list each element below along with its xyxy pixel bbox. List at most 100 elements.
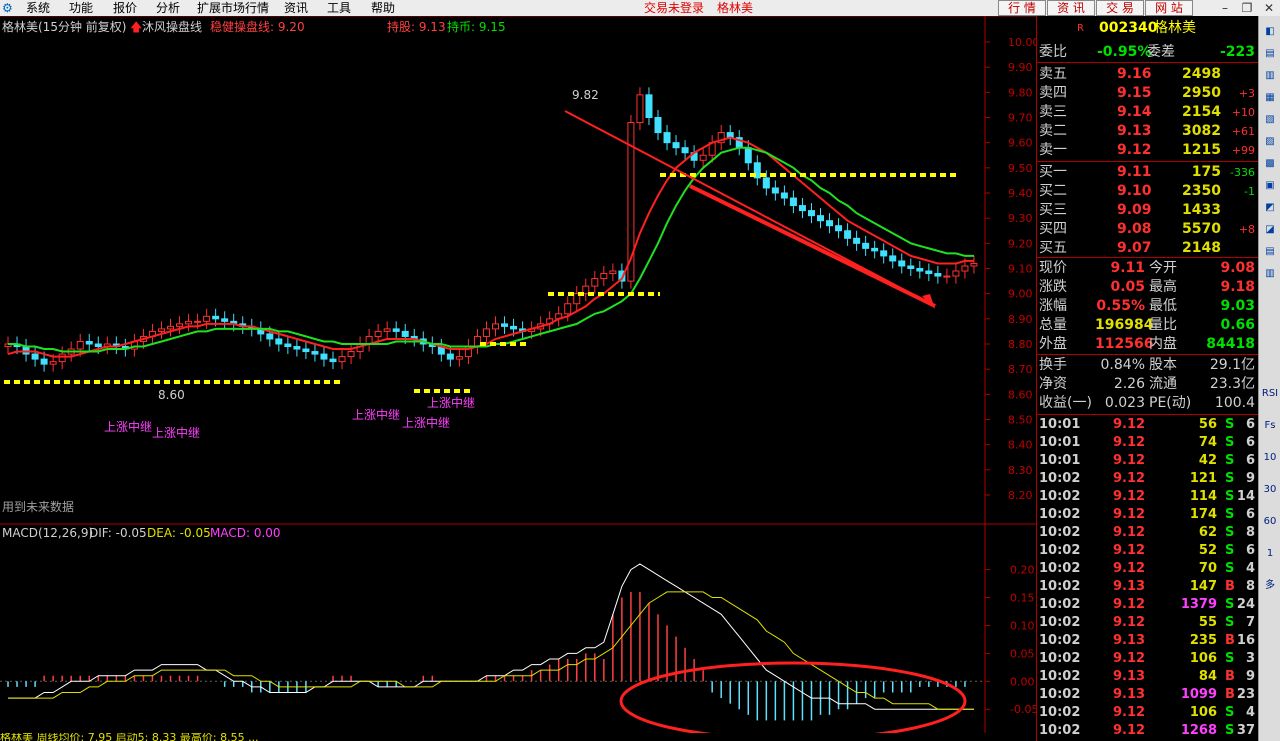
toolbar-chart-icon[interactable]: ◧: [1261, 24, 1279, 40]
candle-body: [654, 117, 662, 134]
level-volume: 3082: [1182, 123, 1221, 139]
tick-count: 3: [1245, 651, 1255, 666]
right-toolbar: ◧ ▤ ▥ ▦ ▧ ▨ ▩ ▣ ◩ ◪ ▤ ▥ RSI Fs 10 30 60 1 多: [1258, 16, 1280, 741]
macd-axis-label: 0.00: [1010, 675, 1035, 688]
toolbar-button[interactable]: 10: [1261, 450, 1279, 466]
menu-extended-market[interactable]: 扩展市场行情: [197, 0, 269, 16]
price-axis-label: 8.40: [1008, 439, 1033, 452]
level-change: +10: [1231, 106, 1255, 119]
stat-label: 收益(一): [1039, 395, 1092, 411]
menu-help[interactable]: 帮助: [371, 0, 395, 16]
tick-price: 9.12: [1113, 705, 1146, 720]
candle-body: [31, 353, 39, 360]
menu-function[interactable]: 功能: [69, 0, 93, 16]
toolbar-chart-icon[interactable]: ▨: [1261, 134, 1279, 150]
menu-analysis[interactable]: 分析: [156, 0, 180, 16]
tick-side: S: [1225, 561, 1235, 576]
ask-level[interactable]: 卖一 9.12 1215 +99: [1037, 141, 1259, 160]
bid-level[interactable]: 买五 9.07 2148: [1037, 239, 1259, 258]
panel-divider: [1037, 257, 1259, 258]
candle-body: [907, 265, 915, 270]
toolbar-chart-icon[interactable]: ▧: [1261, 112, 1279, 128]
level-volume: 5570: [1182, 221, 1221, 237]
price-axis-label: 8.20: [1008, 489, 1033, 502]
candle-body: [916, 268, 924, 272]
toolbar-chart-icon[interactable]: ▤: [1261, 244, 1279, 260]
tick-time: 10:02: [1039, 633, 1081, 648]
tick-time: 10:02: [1039, 615, 1081, 630]
level-change: -336: [1230, 166, 1255, 179]
candle-body: [663, 132, 671, 144]
tick-volume: 235: [1189, 633, 1217, 648]
tick-price: 9.12: [1113, 543, 1146, 558]
tick-side: S: [1225, 435, 1235, 450]
stat-row: 总量 196984 量比 0.66: [1037, 316, 1259, 335]
tick-side: S: [1225, 705, 1235, 720]
tab-trade[interactable]: 交 易: [1096, 0, 1144, 16]
toolbar-button[interactable]: RSI: [1261, 386, 1279, 402]
tick-count: 23: [1236, 687, 1255, 702]
chart-area[interactable]: 10.00 9.90 9.80 9.70 9.60 9.50 9.40 9.30 9.20 9.1…: [0, 16, 1036, 741]
toolbar-chart-icon[interactable]: ▩: [1261, 156, 1279, 172]
menu-system[interactable]: 系统: [26, 0, 50, 16]
kline-chart[interactable]: 10.00 9.90 9.80 9.70 9.60 9.50 9.40 9.30 9.20 9.1…: [0, 16, 1036, 741]
r-badge: R: [1077, 23, 1084, 34]
toolbar-chart-icon[interactable]: ▦: [1261, 90, 1279, 106]
bid-level[interactable]: 买二 9.10 2350 -1: [1037, 182, 1259, 201]
toolbar-chart-icon[interactable]: ▥: [1261, 68, 1279, 84]
level-price: 9.09: [1117, 202, 1152, 218]
toolbar-button[interactable]: 30: [1261, 482, 1279, 498]
bid-level[interactable]: 买一 9.11 175 -336: [1037, 163, 1259, 182]
tick-row: 10:02 9.12 114 S 14: [1037, 488, 1259, 506]
ask-level[interactable]: 卖五 9.16 2498: [1037, 65, 1259, 84]
tick-count: 16: [1236, 633, 1255, 648]
candle-body: [49, 361, 57, 365]
trend-arrow: [689, 184, 936, 308]
candle-body: [591, 278, 599, 287]
minimize-icon[interactable]: –: [1214, 0, 1236, 16]
ask-level[interactable]: 卖四 9.15 2950 +3: [1037, 84, 1259, 103]
menu-news[interactable]: 资讯: [284, 0, 308, 16]
tick-time: 10:01: [1039, 417, 1081, 432]
toolbar-chart-icon[interactable]: ▥: [1261, 266, 1279, 282]
quote-panel: R 002340 格林美 委比 -0.95% 委差 -223 卖五 9.16 249…: [1036, 16, 1259, 741]
toolbar-button[interactable]: Fs: [1261, 418, 1279, 434]
toolbar-chart-icon[interactable]: ◩: [1261, 200, 1279, 216]
indicator-name[interactable]: 沐风操盘线: [142, 18, 202, 35]
candle-body: [853, 237, 861, 244]
menu-tools[interactable]: 工具: [327, 0, 351, 16]
tab-news[interactable]: 资 讯: [1047, 0, 1095, 16]
close-icon[interactable]: ✕: [1258, 0, 1280, 16]
candle-body: [194, 320, 202, 323]
tick-side: S: [1225, 615, 1235, 630]
tick-time: 10:02: [1039, 489, 1081, 504]
toolbar-button[interactable]: 60: [1261, 514, 1279, 530]
trade-login-status[interactable]: 交易未登录: [644, 0, 704, 16]
toolbar-button[interactable]: 多: [1261, 578, 1279, 594]
restore-icon[interactable]: ❐: [1236, 0, 1258, 16]
tab-website[interactable]: 网 站: [1145, 0, 1193, 16]
level-label: 买二: [1039, 183, 1067, 199]
bid-level[interactable]: 买四 9.08 5570 +8: [1037, 220, 1259, 239]
tick-volume: 52: [1198, 543, 1217, 558]
toolbar-button[interactable]: 1: [1261, 546, 1279, 562]
toolbar-chart-icon[interactable]: ▤: [1261, 46, 1279, 62]
stat-value: 0.66: [1220, 317, 1255, 333]
candle-body: [383, 328, 391, 332]
toolbar-chart-icon[interactable]: ▣: [1261, 178, 1279, 194]
stock-name: 格林美: [1154, 20, 1196, 36]
candle-body: [771, 187, 779, 194]
bid-level[interactable]: 买三 9.09 1433: [1037, 201, 1259, 220]
candle-body: [212, 315, 220, 320]
tab-market[interactable]: 行 情: [998, 0, 1046, 16]
app-logo-icon[interactable]: ⚙: [2, 0, 13, 16]
low-price-label: 8.60: [158, 388, 185, 402]
toolbar-chart-icon[interactable]: ◪: [1261, 222, 1279, 238]
candle-body: [203, 315, 211, 322]
tick-count: 14: [1236, 489, 1255, 504]
candle-body: [302, 348, 310, 353]
tick-side: S: [1225, 453, 1235, 468]
ask-level[interactable]: 卖二 9.13 3082 +61: [1037, 122, 1259, 141]
ask-level[interactable]: 卖三 9.14 2154 +10: [1037, 103, 1259, 122]
menu-quote[interactable]: 报价: [113, 0, 137, 16]
